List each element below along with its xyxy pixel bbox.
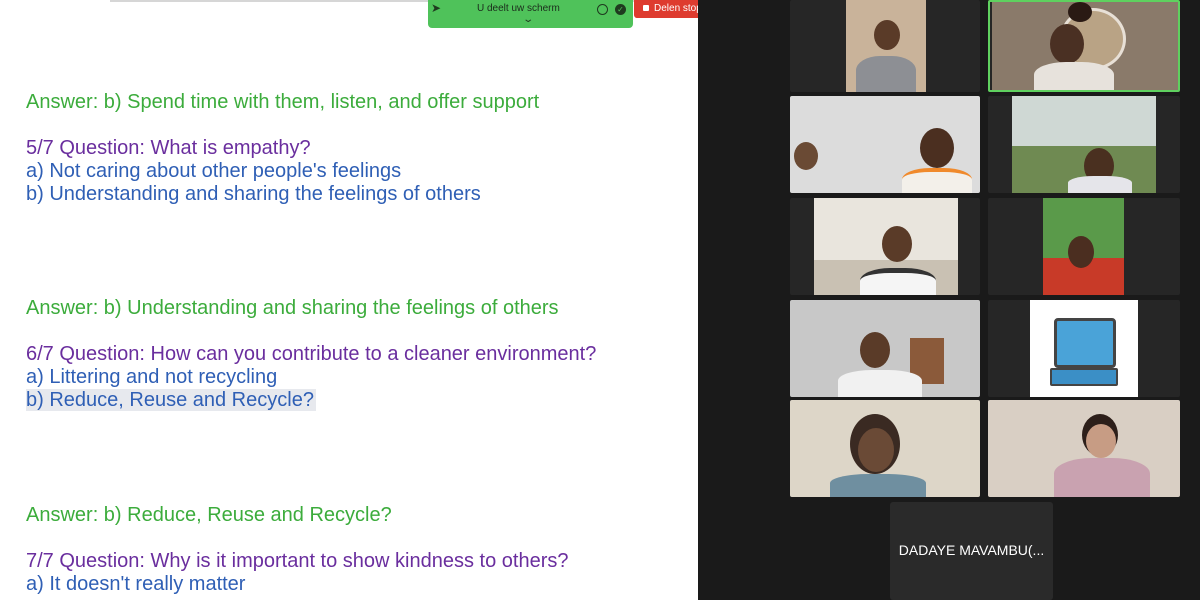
participant-tile[interactable] <box>790 0 980 92</box>
question-7-text: 7/7 Question: Why is it important to sho… <box>26 550 569 572</box>
question-6-option-b: b) Reduce, Reuse and Recycle? <box>26 389 316 412</box>
participant-name-label: DADAYE MAVAMBU(... <box>898 542 1045 558</box>
question-7-option-a: a) It doesn't really matter <box>26 573 246 595</box>
question-5-option-a: a) Not caring about other people's feeli… <box>26 160 402 182</box>
participant-name-tile[interactable]: DADAYE MAVAMBU(... <box>890 502 1053 600</box>
chevron-down-icon[interactable]: ⌄ <box>522 14 534 25</box>
participant-tile[interactable] <box>790 198 980 295</box>
participant-tile[interactable] <box>790 400 980 497</box>
question-5-text: 5/7 Question: What is empathy? <box>26 137 311 159</box>
shield-check-icon[interactable]: ✓ <box>615 4 626 15</box>
share-status-label: U deelt uw scherm <box>477 3 560 14</box>
participant-tile[interactable] <box>988 198 1180 295</box>
participant-tile[interactable] <box>790 96 980 193</box>
participant-tile[interactable] <box>790 300 980 397</box>
shared-document: Answer: b) Spend time with them, listen,… <box>0 0 698 600</box>
participant-tile[interactable] <box>988 400 1180 497</box>
participant-tile[interactable] <box>988 300 1180 397</box>
question-6-text: 6/7 Question: How can you contribute to … <box>26 343 597 365</box>
selected-text-highlight: b) Reduce, Reuse and Recycle? <box>26 389 316 411</box>
answer-5-text: Answer: b) Understanding and sharing the… <box>26 297 559 319</box>
question-5-option-b: b) Understanding and sharing the feeling… <box>26 183 481 205</box>
question-6-option-a: a) Littering and not recycling <box>26 366 278 388</box>
answer-6-text: Answer: b) Reduce, Reuse and Recycle? <box>26 504 392 526</box>
share-screen-icon[interactable]: ➤ <box>431 1 441 15</box>
stop-icon <box>643 5 649 12</box>
answer-4-text: Answer: b) Spend time with them, listen,… <box>26 91 540 113</box>
participant-tile[interactable] <box>988 96 1180 193</box>
active-speaker-tile[interactable] <box>988 0 1180 92</box>
annotate-icon[interactable] <box>597 4 608 15</box>
